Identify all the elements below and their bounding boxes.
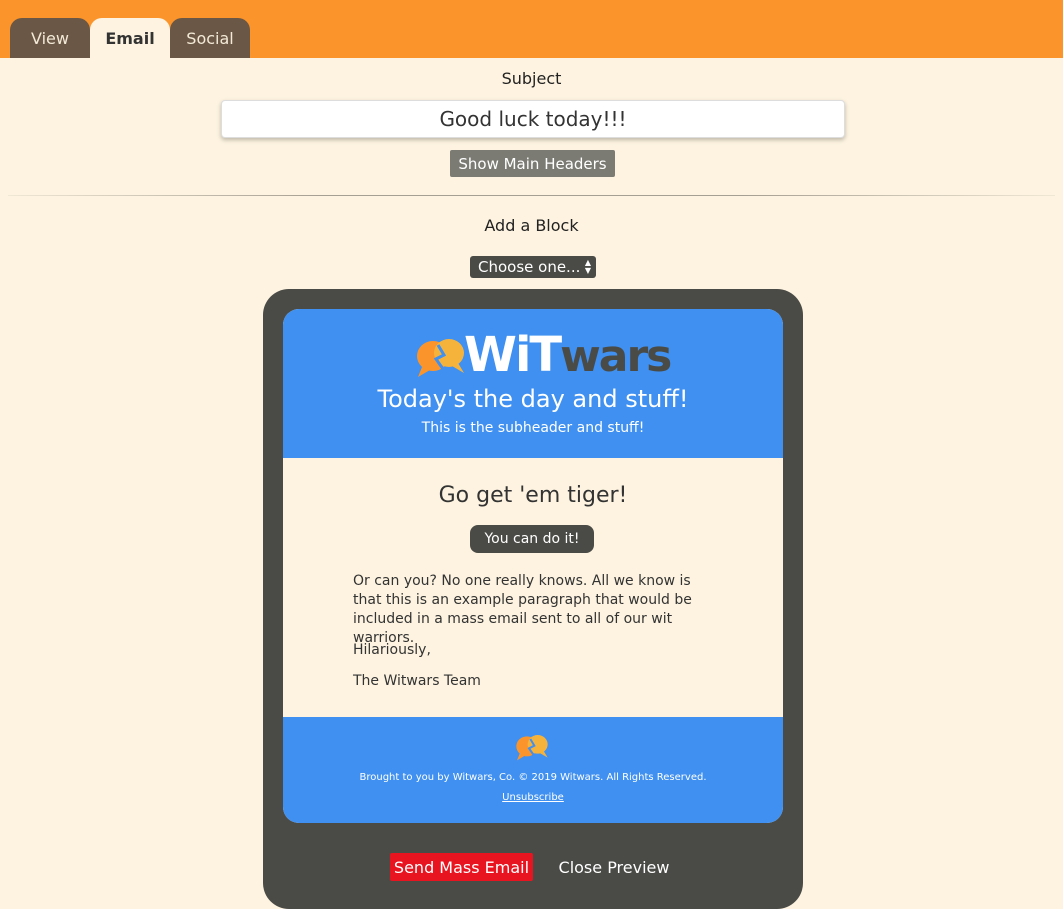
email-signature: The Witwars Team — [353, 673, 481, 689]
tab-view-label: View — [31, 28, 69, 48]
logo-wars: wars — [560, 331, 672, 382]
block-type-select[interactable]: Choose one... ▲ ▼ — [470, 256, 596, 278]
logo-text: WiTwars — [464, 327, 672, 383]
unsubscribe-link[interactable]: Unsubscribe — [283, 792, 783, 803]
subject-label: Subject — [501, 69, 562, 88]
email-body-title: Go get 'em tiger! — [438, 483, 628, 508]
close-preview-button[interactable]: Close Preview — [555, 853, 673, 881]
cta-button[interactable]: You can do it! — [470, 525, 594, 553]
email-preview: WiTwars Today's the day and stuff! This … — [283, 309, 783, 823]
tab-email[interactable]: Email — [90, 18, 170, 58]
add-block-label: Add a Block — [484, 216, 579, 235]
witwars-logo: WiTwars — [416, 327, 672, 383]
tab-view[interactable]: View — [10, 18, 90, 58]
email-headline: Today's the day and stuff! — [377, 385, 689, 413]
email-signoff: Hilariously, — [353, 642, 431, 658]
logo-wi: WiT — [464, 327, 562, 383]
email-header: WiTwars Today's the day and stuff! This … — [283, 309, 783, 458]
footer-copyright: Brought to you by Witwars, Co. © 2019 Wi… — [359, 772, 707, 783]
email-footer: Brought to you by Witwars, Co. © 2019 Wi… — [283, 717, 783, 823]
speech-bubbles-icon — [417, 339, 464, 377]
footer-logo-icon — [516, 735, 548, 761]
divider — [8, 195, 1055, 196]
show-main-headers-button[interactable]: Show Main Headers — [450, 150, 615, 177]
tab-email-label: Email — [105, 28, 155, 48]
email-paragraph: Or can you? No one really knows. All we … — [353, 573, 692, 646]
tab-social[interactable]: Social — [170, 18, 250, 58]
block-type-select-value: Choose one... — [478, 258, 581, 276]
tab-social-label: Social — [186, 28, 234, 48]
send-mass-email-button[interactable]: Send Mass Email — [390, 853, 533, 881]
email-subheadline: This is the subheader and stuff! — [421, 420, 645, 436]
select-arrows-icon: ▲ ▼ — [584, 258, 591, 275]
subject-input[interactable] — [221, 100, 845, 138]
